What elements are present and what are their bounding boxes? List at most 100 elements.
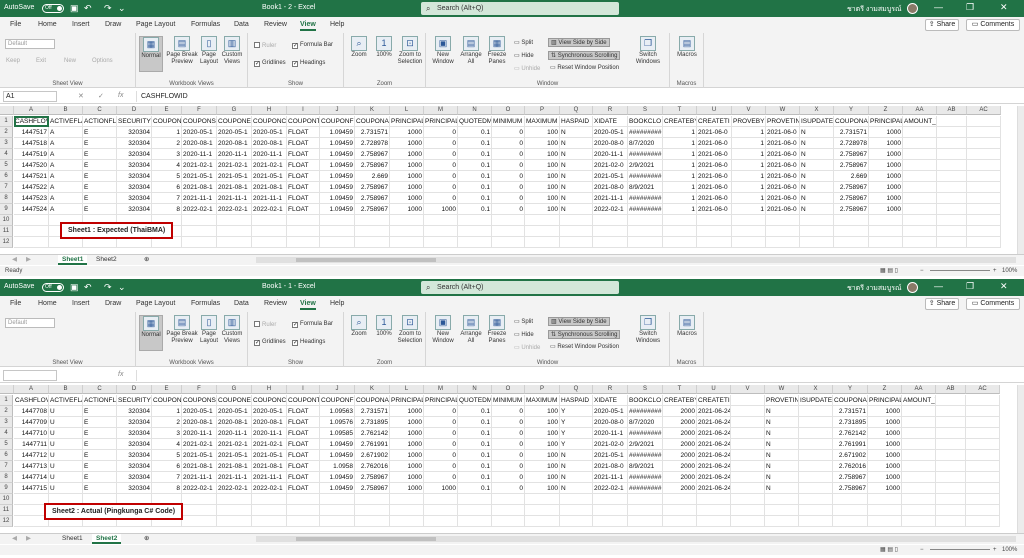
table-cell[interactable]: 2000: [663, 450, 697, 461]
column-header[interactable]: U: [697, 385, 731, 394]
table-cell[interactable]: FLOAT: [287, 450, 320, 461]
table-cell[interactable]: [697, 505, 731, 516]
table-cell[interactable]: [902, 439, 936, 450]
column-header[interactable]: A: [14, 385, 49, 394]
table-cell[interactable]: 2021-08-1: [252, 182, 287, 193]
table-cell[interactable]: [252, 505, 287, 516]
table-cell[interactable]: 1: [732, 204, 766, 215]
table-cell[interactable]: [903, 182, 937, 193]
table-cell[interactable]: [869, 226, 903, 237]
table-cell[interactable]: 1000: [390, 182, 424, 193]
table-cell[interactable]: [252, 226, 287, 237]
table-cell[interactable]: [833, 516, 868, 527]
table-cell[interactable]: [936, 439, 966, 450]
table-cell[interactable]: [902, 494, 936, 505]
tab-data[interactable]: Data: [234, 300, 249, 307]
column-header[interactable]: AA: [903, 106, 937, 115]
table-cell[interactable]: E: [83, 450, 117, 461]
table-cell[interactable]: 0: [492, 450, 525, 461]
table-cell[interactable]: 0: [492, 439, 525, 450]
table-cell[interactable]: [731, 472, 765, 483]
table-cell[interactable]: [766, 226, 800, 237]
table-cell[interactable]: [424, 215, 458, 226]
table-cell[interactable]: 2021-05-1: [182, 171, 217, 182]
table-cell[interactable]: 1447709: [14, 417, 49, 428]
table-cell[interactable]: [967, 193, 1001, 204]
table-cell[interactable]: 100: [525, 439, 560, 450]
search-box[interactable]: ⌕ Search (Alt+Q): [421, 281, 619, 294]
split-button[interactable]: ▭ Split: [514, 39, 533, 46]
table-cell[interactable]: 1: [732, 193, 766, 204]
tab-file[interactable]: File: [10, 300, 21, 307]
column-header[interactable]: U: [697, 106, 732, 115]
table-cell[interactable]: 2021-11-1: [252, 193, 287, 204]
table-cell[interactable]: 1: [732, 149, 766, 160]
table-cell[interactable]: [355, 494, 390, 505]
table-cell[interactable]: 2021-05-1: [182, 450, 217, 461]
table-cell[interactable]: N: [800, 149, 834, 160]
table-cell[interactable]: 1: [152, 406, 182, 417]
table-cell[interactable]: 2021-05-1: [217, 171, 252, 182]
table-cell[interactable]: 1447714: [14, 472, 49, 483]
row-header[interactable]: 5: [0, 160, 13, 171]
table-cell[interactable]: 2.762142: [833, 428, 868, 439]
table-cell[interactable]: 2020-11-1: [217, 149, 252, 160]
table-cell[interactable]: [799, 428, 833, 439]
table-cell[interactable]: 2021-06-0: [766, 149, 800, 160]
avatar[interactable]: [907, 3, 918, 14]
table-cell[interactable]: 1000: [868, 483, 902, 494]
share-button[interactable]: ⇪ Share: [925, 19, 959, 31]
header-cell[interactable]: QUOTEDM: [458, 116, 492, 127]
table-cell[interactable]: N: [800, 127, 834, 138]
table-cell[interactable]: 2022-02-1: [593, 204, 628, 215]
table-cell[interactable]: [937, 127, 967, 138]
table-cell[interactable]: 2021-11-1: [593, 193, 628, 204]
next-sheet-icon[interactable]: ▶: [22, 255, 35, 265]
table-cell[interactable]: [966, 461, 1000, 472]
table-cell[interactable]: [628, 237, 663, 248]
table-cell[interactable]: [492, 215, 525, 226]
table-cell[interactable]: [799, 494, 833, 505]
table-cell[interactable]: 320304: [117, 406, 152, 417]
row-header[interactable]: 12: [0, 516, 13, 527]
table-cell[interactable]: 1.09585: [320, 428, 355, 439]
table-cell[interactable]: N: [560, 450, 593, 461]
table-cell[interactable]: [966, 494, 1000, 505]
table-cell[interactable]: 1.09459: [320, 439, 355, 450]
table-cell[interactable]: N: [560, 182, 593, 193]
add-sheet-icon[interactable]: ⊕: [140, 255, 153, 265]
table-cell[interactable]: [424, 505, 458, 516]
table-cell[interactable]: U: [49, 428, 83, 439]
table-cell[interactable]: [967, 127, 1001, 138]
formula-input[interactable]: CASHFLOWID: [136, 91, 1018, 102]
header-cell[interactable]: ACTIONFL: [83, 116, 117, 127]
table-cell[interactable]: E: [83, 127, 117, 138]
table-cell[interactable]: [903, 149, 937, 160]
header-cell[interactable]: CASHFLOV: [14, 116, 49, 127]
table-cell[interactable]: [355, 237, 390, 248]
table-cell[interactable]: 2020-08-1: [217, 417, 252, 428]
table-cell[interactable]: [492, 237, 525, 248]
minimize-icon[interactable]: —: [934, 2, 943, 12]
header-cell[interactable]: COUPONA: [355, 116, 390, 127]
table-cell[interactable]: [390, 516, 424, 527]
column-header[interactable]: E: [152, 385, 182, 394]
table-cell[interactable]: [966, 516, 1000, 527]
table-cell[interactable]: 1: [663, 171, 697, 182]
prev-sheet-icon[interactable]: ◀: [8, 255, 21, 265]
table-cell[interactable]: 1.09459: [320, 171, 355, 182]
header-cell[interactable]: ACTIVEFLA: [49, 116, 83, 127]
table-cell[interactable]: 2.758967: [355, 472, 390, 483]
header-cell[interactable]: AMOUNT_TSD: [903, 116, 937, 127]
column-header[interactable]: R: [593, 106, 628, 115]
table-cell[interactable]: 0.1: [458, 204, 492, 215]
table-cell[interactable]: 1000: [390, 472, 424, 483]
table-cell[interactable]: 100: [525, 204, 560, 215]
column-header[interactable]: T: [663, 106, 697, 115]
scroll-thumb[interactable]: [296, 537, 436, 541]
header-cell[interactable]: COUPONF: [320, 395, 355, 406]
column-header[interactable]: B: [49, 106, 83, 115]
table-cell[interactable]: 2020-05-1: [252, 406, 287, 417]
table-cell[interactable]: 1447523: [14, 193, 49, 204]
zoom-slider[interactable]: [930, 270, 990, 271]
